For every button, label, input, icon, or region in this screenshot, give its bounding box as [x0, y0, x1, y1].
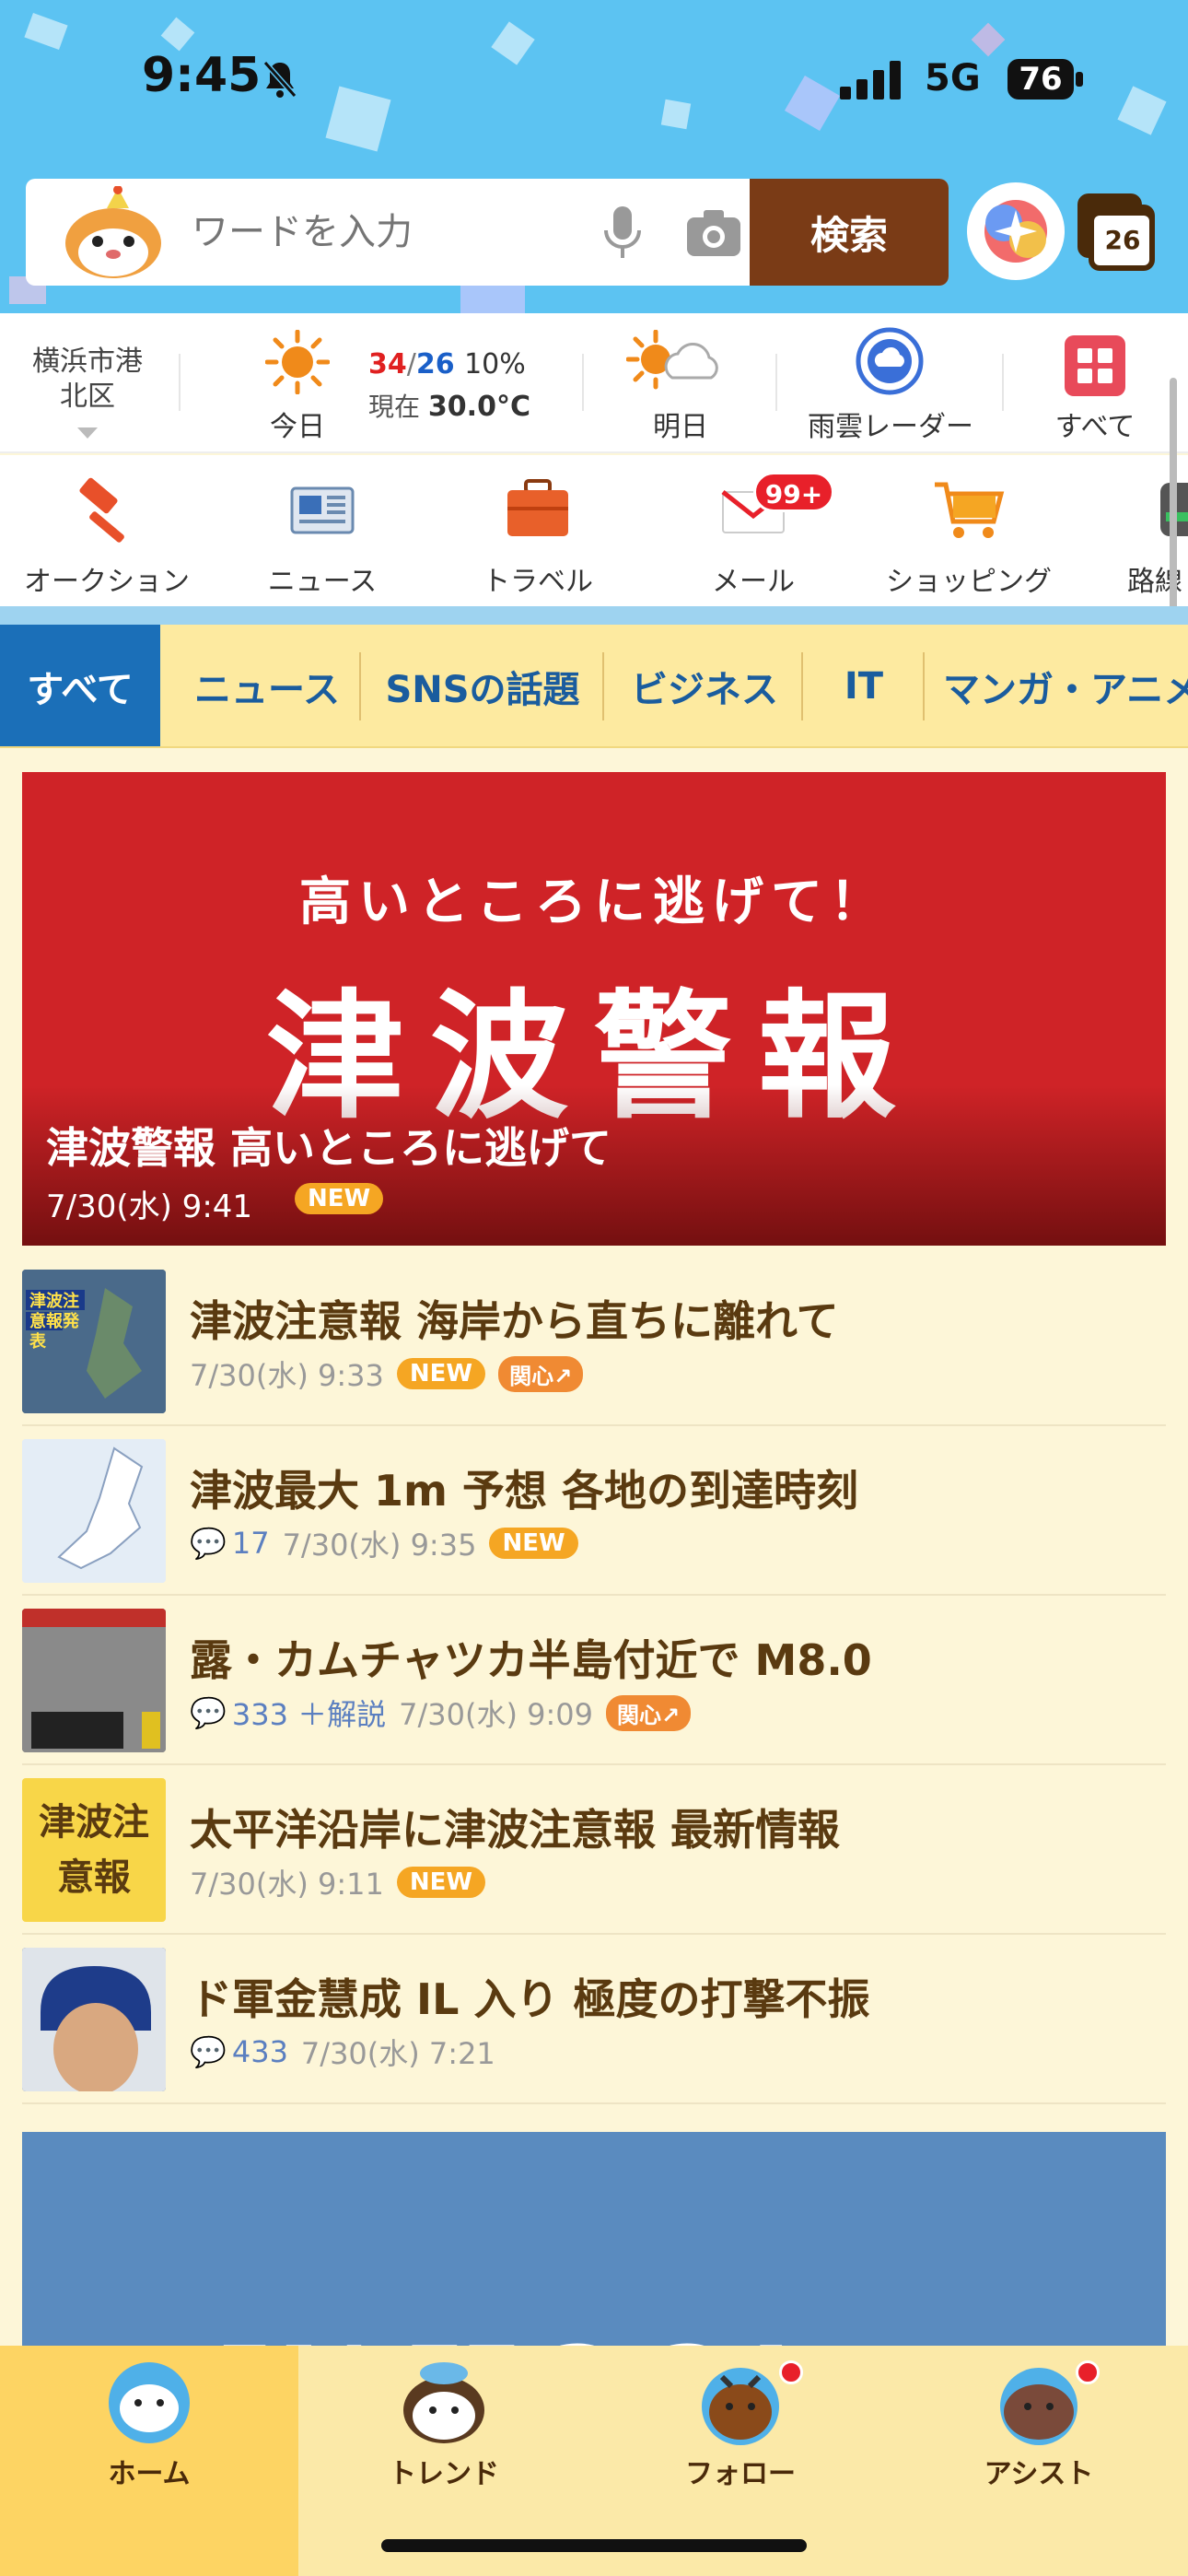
search-button[interactable]: 検索 — [750, 179, 949, 286]
search-bar: 検索 — [26, 179, 949, 286]
services-row: オークション ニュース トラベル メール ショッピング 路線 — [0, 455, 1188, 606]
all-services-label[interactable]: すべて — [1048, 404, 1142, 444]
tab-business[interactable]: ビジネス — [608, 625, 801, 746]
interest-badge: 関心↗ — [498, 1355, 584, 1392]
tab-all[interactable]: すべて — [0, 625, 160, 746]
home-indicator[interactable] — [381, 2539, 807, 2552]
mail-unread-badge: 99+ — [753, 472, 834, 512]
comment-count: 💬 433 — [190, 2034, 288, 2069]
trend-mascot-icon — [403, 2362, 484, 2443]
comment-count: 💬 333 ＋解説 — [190, 1695, 387, 1732]
weather-location[interactable]: 横浜市港 北区 — [18, 345, 157, 415]
news-thumbnail — [22, 1609, 166, 1752]
comment-icon: 💬 — [190, 1695, 227, 1730]
nav-follow[interactable]: フォロー — [648, 2359, 833, 2491]
sun-cloud-icon — [626, 330, 718, 390]
news-title: 露・カムチャツカ半島付近で M8.0 — [190, 1635, 872, 1685]
comment-count: 💬 17 — [190, 1526, 270, 1561]
signal-icon — [840, 61, 901, 100]
tomorrow-label[interactable]: 明日 — [650, 404, 711, 444]
radar-label[interactable]: 雨雲レーダー — [805, 404, 976, 444]
news-meta: 💬 17 7/30(水) 9:35 NEW — [190, 1522, 578, 1564]
suitcase-icon — [507, 479, 568, 536]
assist-notification-dot — [1076, 2360, 1100, 2384]
today-label: 今日 — [270, 411, 325, 443]
assist-mascot-icon — [1000, 2368, 1077, 2445]
camera-icon[interactable] — [685, 206, 742, 258]
news-thumbnail: 津波注意報 — [22, 1778, 166, 1922]
service-shopping[interactable]: ショッピング — [877, 474, 1061, 599]
gavel-icon — [79, 477, 124, 543]
news-meta: 7/30(水) 9:33 NEW 関心↗ — [190, 1352, 584, 1395]
today-temperature[interactable]: 34/26 10% — [368, 348, 526, 381]
news-item[interactable]: 津波注意報発表 津波注意報 海岸から直ちに離れて 7/30(水) 9:33 NE… — [22, 1257, 1166, 1426]
tab-manga-anime[interactable]: マンガ・アニメ — [943, 625, 1188, 746]
new-badge: NEW — [295, 1183, 384, 1214]
search-input[interactable] — [192, 179, 588, 286]
news-title: 津波注意報 海岸から直ちに離れて — [190, 1296, 839, 1346]
follow-notification-dot — [779, 2360, 803, 2384]
news-item[interactable]: 露・カムチャツカ半島付近で M8.0 💬 333 ＋解説 7/30(水) 9:09… — [22, 1596, 1166, 1765]
location-dropdown-icon[interactable] — [77, 427, 98, 439]
service-auction[interactable]: オークション — [15, 474, 199, 599]
news-item[interactable]: 津波注意報 太平洋沿岸に津波注意報 最新情報 7/30(水) 9:11 NEW — [22, 1765, 1166, 1935]
sparkle-icon — [984, 200, 1047, 263]
news-thumbnail: 津波注意報発表 — [22, 1270, 166, 1413]
newspaper-icon — [290, 486, 355, 534]
hero-date: 7/30(水) 9:41 — [46, 1188, 253, 1225]
news-meta: 💬 433 7/30(水) 7:21 — [190, 2034, 495, 2071]
bell-muted-icon — [262, 61, 297, 98]
news-item[interactable]: ド軍金慧成 IL 入り 極度の打撃不振 💬 433 7/30(水) 7:21 — [22, 1935, 1166, 2104]
nav-trend[interactable]: トレンド — [352, 2359, 536, 2491]
calendar-day: 26 — [1104, 225, 1141, 255]
tab-it[interactable]: IT — [807, 625, 921, 746]
category-tabs: すべて ニュース SNSの話題 ビジネス IT マンガ・アニメ — [0, 625, 1188, 748]
network-type: 5G — [925, 57, 981, 100]
follow-mascot-icon — [702, 2368, 779, 2445]
tab-sns[interactable]: SNSの話題 — [365, 625, 600, 746]
tab-news[interactable]: ニュース — [175, 625, 359, 746]
news-thumbnail — [22, 1948, 166, 2091]
news-title: 太平洋沿岸に津波注意報 最新情報 — [190, 1805, 841, 1855]
grid-icon[interactable] — [1065, 335, 1125, 396]
news-meta: 7/30(水) 9:11 NEW — [190, 1861, 486, 1903]
hero-headline: 津波警報 高いところに逃げて — [46, 1123, 612, 1173]
service-travel[interactable]: トラベル — [446, 474, 630, 599]
current-temperature: 現在 30.0°C — [368, 391, 530, 423]
radar-icon[interactable] — [855, 326, 925, 396]
sun-icon — [265, 330, 330, 394]
pui-mascot-icon[interactable] — [53, 186, 173, 282]
battery-level: 76 — [1019, 61, 1063, 98]
news-meta: 💬 333 ＋解説 7/30(水) 9:09 関心↗ — [190, 1692, 692, 1734]
news-title: ド軍金慧成 IL 入り 極度の打撃不振 — [190, 1974, 870, 2024]
news-item[interactable]: 津波最大 1m 予想 各地の到達時刻 💬 17 7/30(水) 9:35 NEW — [22, 1426, 1166, 1596]
interest-badge: 関心↗ — [605, 1694, 692, 1731]
scrollbar[interactable] — [1170, 378, 1177, 645]
comment-icon: 💬 — [190, 2034, 227, 2069]
cart-icon — [935, 482, 1005, 538]
news-title: 津波最大 1m 予想 各地の到達時刻 — [190, 1466, 858, 1516]
nav-home[interactable]: ホーム — [57, 2359, 241, 2491]
home-mascot-icon — [109, 2362, 190, 2443]
news-thumbnail — [22, 1439, 166, 1583]
nav-assist[interactable]: アシスト — [947, 2359, 1131, 2491]
hero-banner-subtitle: 高いところに逃げて！ — [299, 872, 889, 932]
status-bar: 9:45 5G 76 — [0, 0, 1188, 166]
service-news[interactable]: ニュース — [230, 474, 414, 599]
ai-assistant-button[interactable] — [967, 182, 1065, 280]
status-time: 9:45 — [142, 48, 262, 103]
microphone-icon[interactable] — [599, 205, 646, 262]
weather-row: 横浜市港 北区 今日 34/26 10% 現在 30.0°C 明日 雨雲レーダー — [0, 313, 1188, 453]
hero-article[interactable]: 高いところに逃げて！ 津波警報 津波警報 高いところに逃げて 7/30(水) 9… — [22, 772, 1166, 1246]
comment-icon: 💬 — [190, 1526, 227, 1561]
